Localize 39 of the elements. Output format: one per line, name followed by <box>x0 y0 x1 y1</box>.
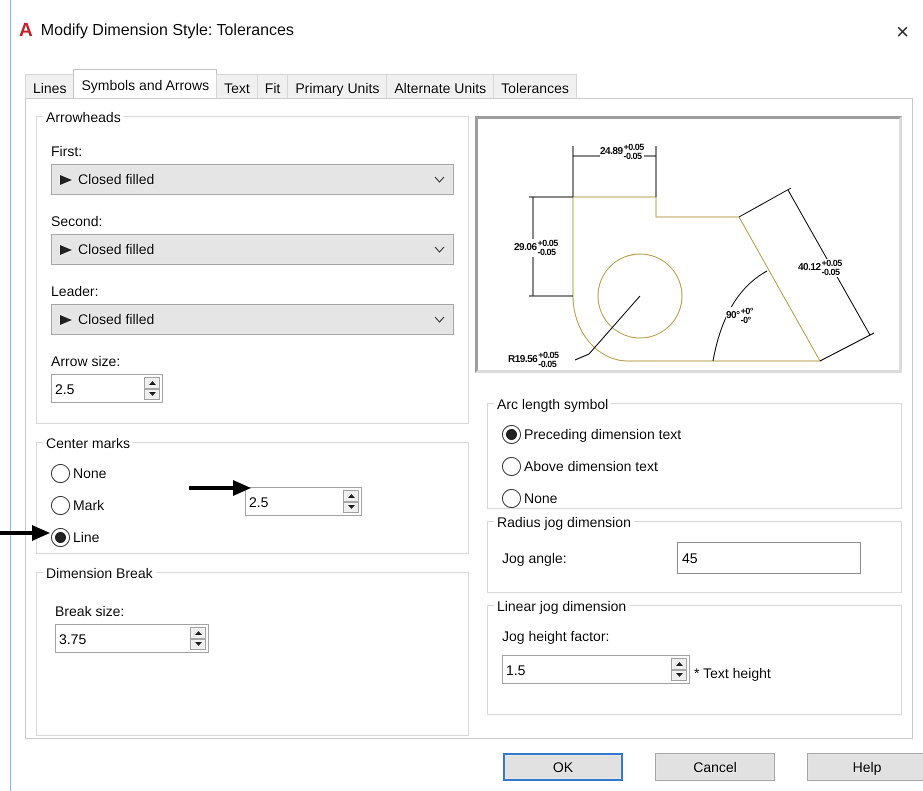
tab[interactable]: Symbols and Arrows <box>73 69 218 98</box>
tab[interactable]: Lines <box>25 74 74 98</box>
field-label: Break size: <box>55 602 126 621</box>
radio-button[interactable]: Preceding dimension text <box>502 418 682 450</box>
app-logo: A <box>19 18 33 43</box>
arrowhead-icon <box>60 314 72 324</box>
close-button[interactable]: × <box>890 14 915 48</box>
dialog-button[interactable]: Cancel <box>655 753 775 781</box>
arrowhead-icon <box>60 174 72 184</box>
field-label: Arrow size: <box>51 352 122 371</box>
field-label: Jog height factor: <box>502 627 610 646</box>
radio-button[interactable]: None <box>502 482 558 514</box>
dropdown[interactable]: Closed filled <box>51 304 454 335</box>
tab[interactable]: Tolerances <box>493 74 577 98</box>
chevron-down-icon <box>434 246 445 253</box>
tab[interactable]: Fit <box>256 74 288 98</box>
field-suffix: * Text height <box>694 664 771 683</box>
radio-button[interactable]: None <box>51 457 106 489</box>
field-label: Second: <box>51 212 104 231</box>
dialog-button[interactable]: Help <box>807 753 923 781</box>
radio-button[interactable]: Line <box>51 521 100 553</box>
tab[interactable]: Primary Units <box>287 74 388 98</box>
chevron-down-icon <box>434 316 445 323</box>
arrow-icon <box>0 524 50 542</box>
dialog-button[interactable]: OK <box>503 753 623 781</box>
field-label: Jog angle: <box>502 548 568 568</box>
dropdown[interactable]: Closed filled <box>51 164 454 195</box>
dropdown[interactable]: Closed filled <box>51 234 454 265</box>
field-label: Leader: <box>51 282 100 301</box>
input-field[interactable]: 45 <box>677 542 861 574</box>
chevron-down-icon <box>434 176 445 183</box>
field-label: First: <box>51 142 84 161</box>
radio-button[interactable]: Above dimension text <box>502 450 658 482</box>
arrow-icon <box>189 479 251 497</box>
tab[interactable]: Text <box>216 74 258 98</box>
radio-button[interactable]: Mark <box>51 489 104 521</box>
tab[interactable]: Alternate Units <box>386 74 494 98</box>
arrowhead-icon <box>60 244 72 254</box>
window-title: Modify Dimension Style: Tolerances <box>40 21 294 41</box>
